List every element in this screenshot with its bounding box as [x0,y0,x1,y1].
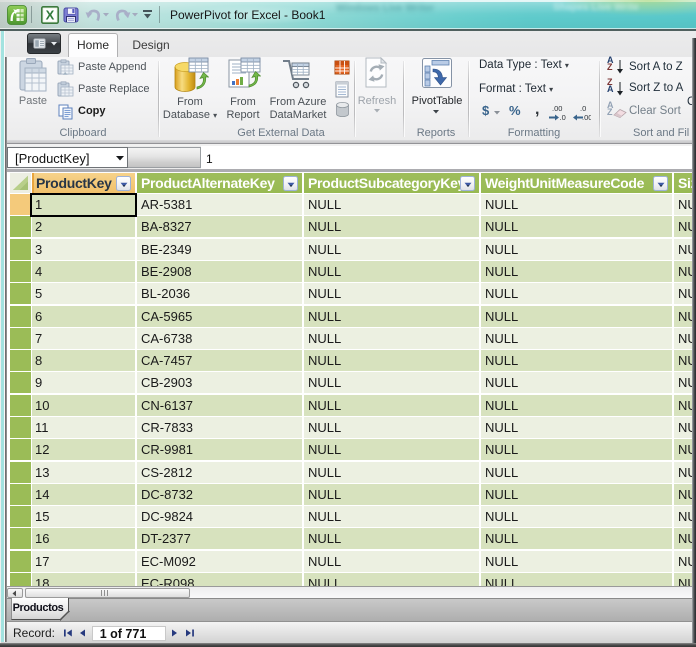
svg-text:.0: .0 [580,104,586,113]
svg-text:X: X [46,7,55,22]
svg-text:.0: .0 [560,113,566,121]
svg-text:.00: .00 [582,113,591,121]
svg-text:.00: .00 [552,104,562,113]
